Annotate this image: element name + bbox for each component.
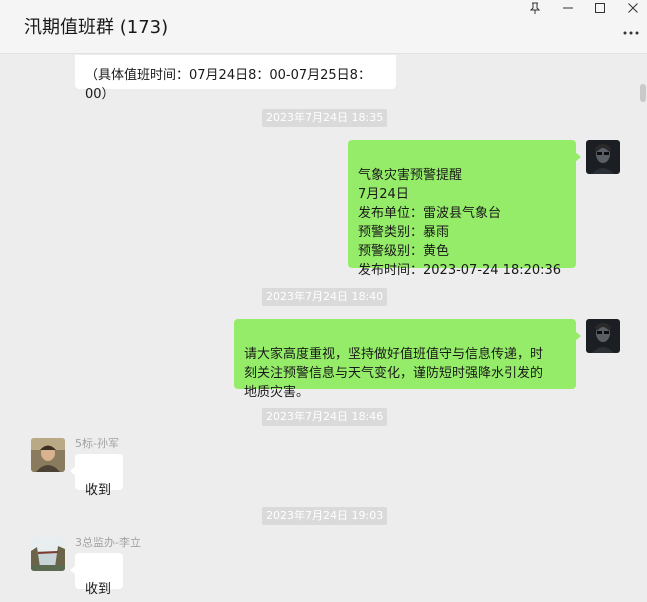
title-bar: 汛期值班群 (173) [0, 0, 647, 54]
sender-name: 5标-孙军 [75, 437, 119, 450]
maximize-icon[interactable] [586, 0, 614, 16]
message-text: 收到 [85, 582, 112, 597]
scrollbar[interactable] [639, 55, 647, 602]
more-icon[interactable] [621, 28, 641, 38]
timestamp: 2023年7月24日 18:35 [262, 109, 388, 127]
message-bubble: 请大家高度重视，坚持做好值班值守与信息传递，时 刻关注预警信息与天气变化，谨防短… [234, 319, 581, 400]
message-bubble: 收到 [70, 454, 123, 498]
avatar[interactable] [31, 438, 65, 472]
timestamp: 2023年7月24日 18:46 [262, 408, 388, 426]
message-text: 气象灾害预警提醒 7月24日 发布单位：雷波县气象台 预警类别：暴雨 预警级别：… [358, 168, 562, 278]
message-bubble: （具体值班时间：07月24日8：00-07月25日8： 00） [75, 55, 396, 102]
timestamp: 2023年7月24日 19:03 [262, 507, 388, 525]
message-bubble: 收到 [70, 553, 123, 597]
avatar[interactable] [31, 537, 65, 571]
message-bubble: 气象灾害预警提醒 7月24日 发布单位：雷波县气象台 预警类别：暴雨 预警级别：… [348, 140, 581, 278]
message-text: （具体值班时间：07月24日8：00-07月25日8： 00） [85, 68, 371, 102]
avatar[interactable] [586, 140, 620, 174]
sender-name: 3总监办-李立 [75, 536, 141, 549]
close-icon[interactable] [619, 0, 647, 16]
minimize-icon[interactable] [554, 0, 582, 16]
message-text: 收到 [85, 483, 112, 498]
chat-title: 汛期值班群 (173) [24, 17, 169, 38]
pin-icon[interactable] [521, 0, 549, 16]
chat-area: （具体值班时间：07月24日8：00-07月25日8： 00） 2023年7月2… [0, 55, 647, 602]
avatar[interactable] [586, 319, 620, 353]
message-text: 请大家高度重视，坚持做好值班值守与信息传递，时 刻关注预警信息与天气变化，谨防短… [244, 347, 544, 400]
scrollbar-thumb[interactable] [640, 84, 646, 102]
timestamp: 2023年7月24日 18:40 [262, 288, 388, 306]
